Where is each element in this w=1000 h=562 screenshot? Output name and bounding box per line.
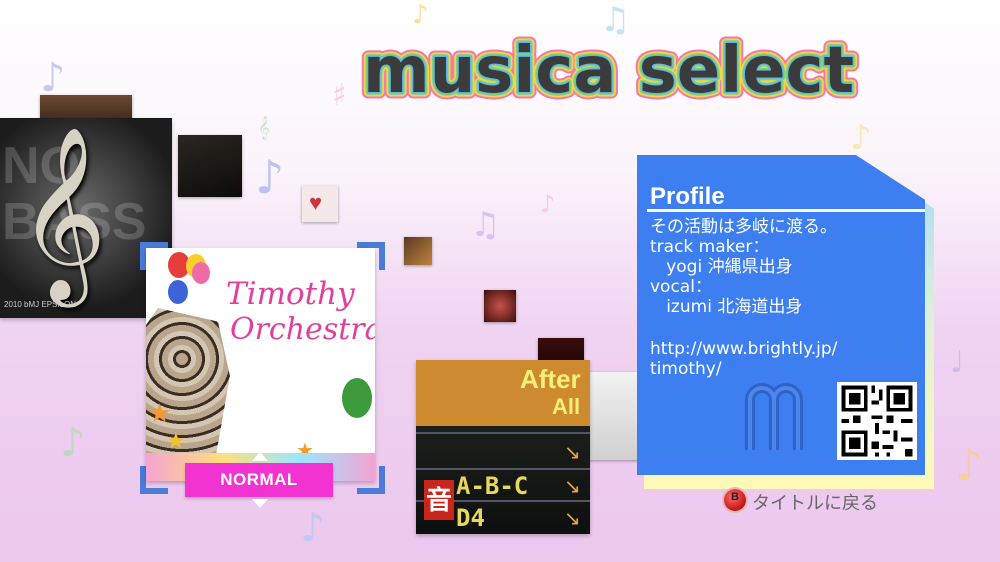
back-to-title-label[interactable]: タイトルに戻る <box>752 489 878 515</box>
note-icon: ♫ <box>470 205 501 245</box>
profile-panel: Profile その活動は多岐に渡る。 track maker： yogi 沖縄… <box>637 155 925 475</box>
note-icon: ♯ <box>332 78 347 113</box>
arrow-icon: ↘ <box>564 442 581 464</box>
profile-line: その活動は多岐に渡る。 <box>650 217 837 237</box>
back-button-icon[interactable]: B <box>724 489 746 511</box>
difficulty-down-arrow[interactable] <box>252 499 268 508</box>
board-stripe <box>416 468 590 470</box>
album-art-title: Timothy <box>226 276 355 312</box>
album-card-right[interactable]: After All A-B-C D4 音 ↘ ↘ ↘ <box>416 360 590 534</box>
profile-heading: Profile <box>650 183 725 210</box>
qr-code <box>837 382 917 460</box>
note-icon: ♪ <box>850 118 872 158</box>
album-thumb[interactable] <box>404 237 432 265</box>
album-board-text: A-B-C <box>456 472 529 500</box>
heart-icon: ♥ <box>309 190 323 215</box>
profile-line: izumi 北海道出身 <box>650 297 803 317</box>
note-icon: ♪ <box>60 420 86 466</box>
album-thumb[interactable]: ♥ <box>302 186 338 222</box>
svg-text:musica select: musica select <box>363 34 854 108</box>
note-icon: ♪ <box>955 440 984 491</box>
profile-divider <box>647 209 925 212</box>
profile-url: timothy/ <box>650 359 722 379</box>
star-icon: ★ <box>166 428 186 453</box>
balloon-blue <box>168 280 188 304</box>
album-thumb[interactable] <box>178 135 242 197</box>
difficulty-badge[interactable]: NORMAL <box>185 463 333 497</box>
board-stripe <box>416 432 590 434</box>
album-art-title: After <box>520 364 581 394</box>
album-art-title: Orchestra <box>230 312 375 347</box>
arrow-icon: ↘ <box>564 508 581 530</box>
profile-url: http://www.brightly.jp/ <box>650 339 838 359</box>
note-icon: ♪ <box>300 505 326 551</box>
album-caption: 2010 bMJ EPSILON <box>4 300 77 309</box>
balloon-pink <box>192 262 210 284</box>
arrow-icon: ↘ <box>564 476 581 498</box>
note-icon: ♪ <box>412 0 429 30</box>
treble-clef-icon: 𝄞 <box>18 126 107 300</box>
profile-line: track maker： <box>650 237 770 257</box>
album-thumb[interactable] <box>484 290 516 322</box>
panel-logo-watermark <box>745 383 803 450</box>
note-icon: ♩ <box>950 345 965 380</box>
note-icon: ♪ <box>540 190 556 218</box>
album-board-text: D4 <box>456 504 485 532</box>
album-card-selected[interactable]: Timothy Orchestra ★ ★ ★ <box>146 248 375 481</box>
note-icon: ♪ <box>255 150 285 204</box>
difficulty-up-arrow[interactable] <box>252 452 268 461</box>
note-icon: 𝄞 <box>258 115 270 139</box>
profile-line: vocal： <box>650 277 712 297</box>
album-board-kanji: 音 <box>424 480 454 520</box>
album-thumb[interactable] <box>588 372 638 460</box>
album-art-title: All <box>552 394 581 419</box>
tree-art <box>342 378 372 418</box>
profile-line: yogi 沖縄県出身 <box>650 257 793 277</box>
screen-title-logo: musica select musica select musica selec… <box>357 30 861 110</box>
star-icon: ★ <box>148 398 172 428</box>
